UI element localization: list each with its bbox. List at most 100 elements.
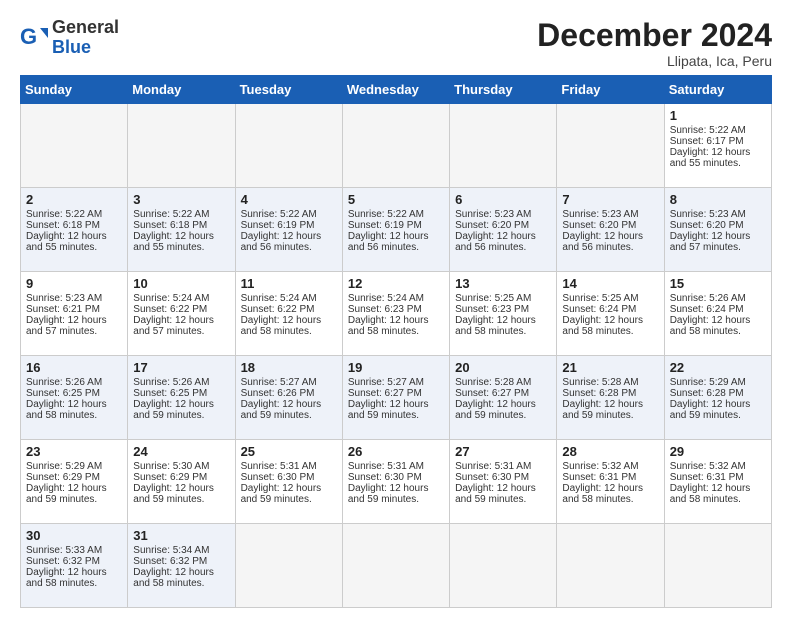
day-number: 5 (348, 192, 444, 207)
sunrise-label: Sunrise: 5:30 AM (133, 461, 209, 472)
calendar-cell (450, 104, 557, 188)
header-row: Sunday Monday Tuesday Wednesday Thursday… (21, 76, 772, 104)
sunrise-label: Sunrise: 5:26 AM (26, 377, 102, 388)
day-number: 21 (562, 360, 658, 375)
calendar-cell (342, 104, 449, 188)
day-number: 20 (455, 360, 551, 375)
sunrise-label: Sunrise: 5:31 AM (241, 461, 317, 472)
month-title: December 2024 (537, 18, 772, 53)
daylight-label: Daylight: 12 hours and 58 minutes. (241, 315, 322, 337)
sunset-label: Sunset: 6:22 PM (133, 304, 207, 315)
daylight-label: Daylight: 12 hours and 59 minutes. (670, 399, 751, 421)
day-number: 23 (26, 444, 122, 459)
calendar-cell: 29Sunrise: 5:32 AMSunset: 6:31 PMDayligh… (664, 440, 771, 524)
sunset-label: Sunset: 6:18 PM (26, 220, 100, 231)
header: G General Blue December 2024 Llipata, Ic… (20, 18, 772, 69)
day-number: 11 (241, 276, 337, 291)
calendar-week-1: 1Sunrise: 5:22 AMSunset: 6:17 PMDaylight… (21, 104, 772, 188)
daylight-label: Daylight: 12 hours and 59 minutes. (133, 399, 214, 421)
calendar-cell: 28 Sunrise: 5:32 AMSunset: 6:31 PMDayligh… (557, 440, 664, 524)
day-number: 31 (133, 528, 229, 543)
calendar-cell: 5 Sunrise: 5:22 AMSunset: 6:19 PMDaylight… (342, 188, 449, 272)
sunset-label: Sunset: 6:27 PM (348, 388, 422, 399)
daylight-label: Daylight: 12 hours and 55 minutes. (670, 147, 751, 169)
th-sunday: Sunday (21, 76, 128, 104)
daylight-label: Daylight: 12 hours and 55 minutes. (26, 231, 107, 253)
daylight-label: Daylight: 12 hours and 57 minutes. (670, 231, 751, 253)
location: Llipata, Ica, Peru (537, 53, 772, 69)
sunrise-label: Sunrise: 5:23 AM (26, 293, 102, 304)
calendar-cell: 8Sunrise: 5:23 AMSunset: 6:20 PMDaylight… (664, 188, 771, 272)
day-number: 1 (670, 108, 766, 123)
logo-blue: Blue (52, 37, 91, 57)
sunset-label: Sunset: 6:24 PM (562, 304, 636, 315)
day-number: 17 (133, 360, 229, 375)
daylight-label: Daylight: 12 hours and 56 minutes. (348, 231, 429, 253)
sunrise-label: Sunrise: 5:25 AM (562, 293, 638, 304)
calendar-cell: 13Sunrise: 5:25 AMSunset: 6:23 PMDayligh… (450, 272, 557, 356)
calendar-cell: 20Sunrise: 5:28 AMSunset: 6:27 PMDayligh… (450, 356, 557, 440)
sunrise-label: Sunrise: 5:34 AM (133, 545, 209, 556)
sunrise-label: Sunrise: 5:31 AM (455, 461, 531, 472)
daylight-label: Daylight: 12 hours and 56 minutes. (562, 231, 643, 253)
sunrise-label: Sunrise: 5:23 AM (670, 209, 746, 220)
day-number: 28 (562, 444, 658, 459)
sunset-label: Sunset: 6:28 PM (670, 388, 744, 399)
calendar-cell (664, 524, 771, 608)
daylight-label: Daylight: 12 hours and 58 minutes. (670, 483, 751, 505)
sunrise-label: Sunrise: 5:22 AM (133, 209, 209, 220)
th-thursday: Thursday (450, 76, 557, 104)
th-saturday: Saturday (664, 76, 771, 104)
sunset-label: Sunset: 6:19 PM (241, 220, 315, 231)
calendar-cell: 24Sunrise: 5:30 AMSunset: 6:29 PMDayligh… (128, 440, 235, 524)
calendar-cell: 7Sunrise: 5:23 AMSunset: 6:20 PMDaylight… (557, 188, 664, 272)
daylight-label: Daylight: 12 hours and 59 minutes. (133, 483, 214, 505)
sunset-label: Sunset: 6:20 PM (455, 220, 529, 231)
sunrise-label: Sunrise: 5:22 AM (348, 209, 424, 220)
svg-text:G: G (20, 24, 37, 49)
calendar-cell: 12Sunrise: 5:24 AMSunset: 6:23 PMDayligh… (342, 272, 449, 356)
sunrise-label: Sunrise: 5:32 AM (562, 461, 638, 472)
sunset-label: Sunset: 6:18 PM (133, 220, 207, 231)
sunrise-label: Sunrise: 5:29 AM (26, 461, 102, 472)
day-number: 6 (455, 192, 551, 207)
calendar-week-3: 9Sunrise: 5:23 AMSunset: 6:21 PMDaylight… (21, 272, 772, 356)
calendar-cell: 17Sunrise: 5:26 AMSunset: 6:25 PMDayligh… (128, 356, 235, 440)
title-block: December 2024 Llipata, Ica, Peru (537, 18, 772, 69)
calendar-cell (557, 524, 664, 608)
daylight-label: Daylight: 12 hours and 59 minutes. (455, 483, 536, 505)
day-number: 22 (670, 360, 766, 375)
calendar-week-5: 23Sunrise: 5:29 AMSunset: 6:29 PMDayligh… (21, 440, 772, 524)
calendar-week-2: 2Sunrise: 5:22 AMSunset: 6:18 PMDaylight… (21, 188, 772, 272)
daylight-label: Daylight: 12 hours and 59 minutes. (562, 399, 643, 421)
sunrise-label: Sunrise: 5:29 AM (670, 377, 746, 388)
calendar-cell: 2Sunrise: 5:22 AMSunset: 6:18 PMDaylight… (21, 188, 128, 272)
sunset-label: Sunset: 6:30 PM (241, 472, 315, 483)
day-number: 26 (348, 444, 444, 459)
sunrise-label: Sunrise: 5:23 AM (562, 209, 638, 220)
day-number: 30 (26, 528, 122, 543)
sunset-label: Sunset: 6:23 PM (348, 304, 422, 315)
sunset-label: Sunset: 6:31 PM (562, 472, 636, 483)
logo-text: General Blue (52, 18, 119, 58)
daylight-label: Daylight: 12 hours and 59 minutes. (455, 399, 536, 421)
sunset-label: Sunset: 6:30 PM (455, 472, 529, 483)
daylight-label: Daylight: 12 hours and 58 minutes. (562, 483, 643, 505)
day-number: 19 (348, 360, 444, 375)
page: G General Blue December 2024 Llipata, Ic… (0, 0, 792, 618)
daylight-label: Daylight: 12 hours and 59 minutes. (26, 483, 107, 505)
sunrise-label: Sunrise: 5:22 AM (241, 209, 317, 220)
sunrise-label: Sunrise: 5:22 AM (670, 125, 746, 136)
sunset-label: Sunset: 6:19 PM (348, 220, 422, 231)
th-monday: Monday (128, 76, 235, 104)
sunset-label: Sunset: 6:22 PM (241, 304, 315, 315)
daylight-label: Daylight: 12 hours and 58 minutes. (455, 315, 536, 337)
sunset-label: Sunset: 6:26 PM (241, 388, 315, 399)
sunset-label: Sunset: 6:31 PM (670, 472, 744, 483)
calendar-cell: 31Sunrise: 5:34 AMSunset: 6:32 PMDayligh… (128, 524, 235, 608)
calendar-cell: 26Sunrise: 5:31 AMSunset: 6:30 PMDayligh… (342, 440, 449, 524)
day-number: 8 (670, 192, 766, 207)
calendar-cell: 16Sunrise: 5:26 AMSunset: 6:25 PMDayligh… (21, 356, 128, 440)
calendar-week-4: 16Sunrise: 5:26 AMSunset: 6:25 PMDayligh… (21, 356, 772, 440)
daylight-label: Daylight: 12 hours and 58 minutes. (670, 315, 751, 337)
